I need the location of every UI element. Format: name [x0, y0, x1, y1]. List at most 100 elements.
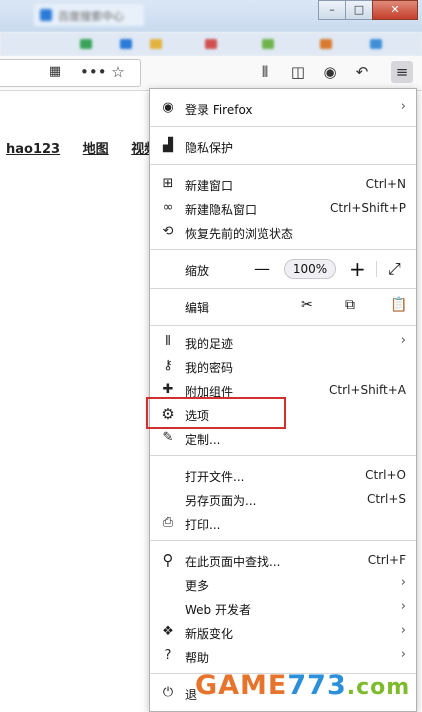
menu-find[interactable]: ⚲ 在此页面中查找... Ctrl+F	[150, 548, 416, 572]
menu-separator	[150, 249, 416, 250]
menu-help[interactable]: ? 帮助 ›	[150, 644, 416, 668]
menu-shortcut: Ctrl+Shift+P	[330, 201, 406, 215]
window-controls: – □ ✕	[318, 0, 418, 20]
bookmark-icon[interactable]	[80, 39, 92, 49]
menu-label: 我的密码	[185, 361, 234, 375]
new-window-icon: ⊞	[162, 176, 174, 191]
power-icon: ⏻	[162, 685, 174, 700]
menu-separator	[150, 126, 416, 127]
watermark-part2: 773	[287, 670, 347, 701]
navigation-toolbar: ▦ ••• ☆ ⫴ ◫ ◉ ↶ ≡	[0, 56, 422, 91]
search-icon: ⚲	[162, 551, 174, 569]
url-bar[interactable]: ▦ ••• ☆	[0, 59, 141, 87]
watermark-part1: GAME	[195, 670, 288, 701]
menu-label: 另存页面为...	[185, 494, 257, 508]
menu-shortcut: Ctrl+S	[366, 492, 406, 506]
menu-label: 新建隐私窗口	[185, 203, 258, 217]
maximize-button[interactable]: □	[345, 0, 373, 20]
back-arrow-icon[interactable]: ↶	[351, 61, 373, 83]
zoom-out-button[interactable]: —	[254, 260, 270, 278]
menu-label: 定制...	[185, 433, 221, 447]
menu-separator	[150, 288, 416, 289]
fullscreen-button[interactable]: ⤢	[388, 260, 401, 278]
menu-separator	[150, 455, 416, 456]
zoom-in-button[interactable]: +	[349, 259, 366, 279]
menu-label: 新版变化	[185, 627, 234, 641]
gift-icon: ❖	[162, 624, 174, 639]
menu-shortcut: Ctrl+O	[365, 468, 406, 482]
menu-save-page[interactable]: 另存页面为... Ctrl+S	[150, 487, 416, 511]
chevron-right-icon: ›	[400, 99, 406, 114]
menu-restore-session[interactable]: ⟲ 恢复先前的浏览状态	[150, 220, 416, 244]
menu-label: 缩放	[185, 264, 210, 278]
paste-icon[interactable]: 📋	[390, 297, 407, 313]
printer-icon: ⎙	[162, 515, 174, 530]
chevron-right-icon: ›	[400, 623, 406, 638]
cut-icon[interactable]: ✂	[301, 297, 313, 313]
bookmark-icon[interactable]	[120, 39, 132, 49]
close-button[interactable]: ✕	[372, 0, 418, 20]
bookmark-icon[interactable]	[262, 39, 274, 49]
paintbrush-icon: ✎	[162, 430, 174, 445]
more-icon[interactable]: •••	[80, 61, 107, 83]
qr-icon[interactable]: ▦	[44, 61, 66, 83]
menu-whats-new[interactable]: ❖ 新版变化 ›	[150, 620, 416, 644]
mask-icon: ∞	[162, 200, 174, 215]
menu-separator	[150, 540, 416, 541]
help-icon: ?	[164, 648, 172, 663]
menu-separator	[150, 325, 416, 326]
account-icon: ◉	[162, 100, 174, 115]
menu-label: 登录 Firefox	[185, 103, 253, 117]
zoom-reset-button[interactable]: 100%	[284, 259, 336, 279]
restore-icon: ⟲	[162, 224, 174, 239]
library-icon[interactable]: ⫴	[254, 61, 276, 83]
menu-shortcut: Ctrl+Shift+A	[329, 383, 406, 397]
menu-label: 隐私保护	[185, 141, 234, 155]
menu-print[interactable]: ⎙ 打印...	[150, 511, 416, 535]
menu-logins[interactable]: ⚷ 我的密码	[150, 354, 416, 378]
menu-more[interactable]: 更多 ›	[150, 572, 416, 596]
menu-shortcut: Ctrl+F	[367, 553, 406, 567]
hamburger-menu-icon[interactable]: ≡	[391, 61, 413, 83]
menu-label: 更多	[185, 579, 210, 593]
menu-label: 在此页面中查找...	[185, 555, 281, 569]
tab-title: 百度搜索中心	[58, 10, 124, 23]
watermark-logo: GAME773.com	[195, 670, 409, 706]
menu-new-window[interactable]: ⊞ 新建窗口 Ctrl+N	[150, 172, 416, 196]
menu-web-developer[interactable]: Web 开发者 ›	[150, 596, 416, 620]
browser-tab[interactable]: 百度搜索中心	[34, 4, 144, 26]
copy-icon[interactable]: ⧉	[345, 297, 355, 313]
menu-separator	[150, 164, 416, 165]
menu-label: Web 开发者	[185, 603, 251, 617]
chevron-right-icon: ›	[400, 575, 406, 590]
chevron-right-icon: ›	[400, 647, 406, 662]
link-hao123[interactable]: hao123	[6, 142, 60, 157]
menu-library[interactable]: ⫴ 我的足迹 ›	[150, 330, 416, 354]
tab-favicon-icon	[40, 9, 52, 21]
account-icon[interactable]: ◉	[319, 61, 341, 83]
bookmark-icon[interactable]	[205, 39, 217, 49]
sidebar-icon[interactable]: ◫	[287, 61, 309, 83]
bar-chart-icon: ▟	[163, 138, 173, 153]
menu-zoom: 缩放 — 100% + ⤢	[150, 257, 416, 281]
bookmark-icon[interactable]	[320, 39, 332, 49]
bookmarks-strip	[0, 32, 422, 56]
menu-sign-in[interactable]: ◉ 登录 Firefox ›	[150, 96, 416, 120]
menu-shortcut: Ctrl+N	[365, 177, 406, 191]
menu-label: 编辑	[185, 301, 210, 315]
menu-privacy[interactable]: ▟ 隐私保护	[150, 134, 416, 158]
menu-edit: 编辑 ✂ ⧉ 📋	[150, 294, 416, 318]
minimize-button[interactable]: –	[318, 0, 346, 20]
menu-open-file[interactable]: 打开文件... Ctrl+O	[150, 463, 416, 487]
link-map[interactable]: 地图	[83, 142, 109, 157]
menu-new-private-window[interactable]: ∞ 新建隐私窗口 Ctrl+Shift+P	[150, 196, 416, 220]
menu-customize[interactable]: ✎ 定制...	[150, 426, 416, 450]
puzzle-icon: ✚	[162, 382, 174, 397]
menu-label: 打印...	[185, 518, 221, 532]
menu-label: 新建窗口	[185, 179, 234, 193]
chevron-right-icon: ›	[400, 333, 406, 348]
bookmark-icon[interactable]	[150, 39, 162, 49]
bookmark-icon[interactable]	[370, 39, 382, 49]
bookmark-star-icon[interactable]: ☆	[107, 61, 129, 83]
options-highlight-box	[146, 397, 286, 429]
